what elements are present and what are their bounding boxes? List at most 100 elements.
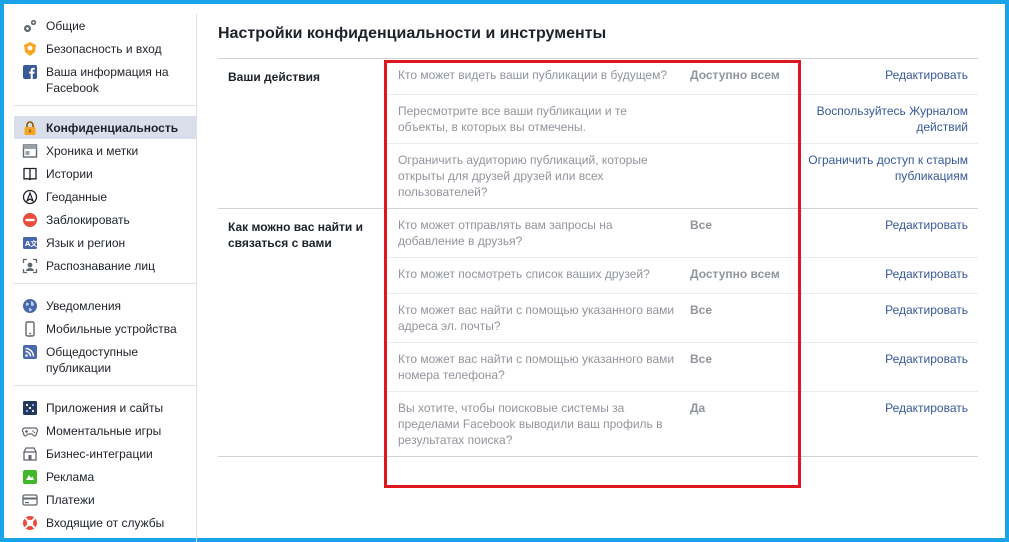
setting-question: Вы хотите, чтобы поисковые системы за пр…	[398, 401, 663, 447]
setting-value: Доступно всем	[690, 267, 780, 281]
privacy-settings-panel: Настройки конфиденциальности и инструмен…	[218, 14, 978, 457]
timeline-icon	[22, 143, 38, 159]
sidebar-item[interactable]: Геоданные	[14, 185, 196, 208]
sidebar-item[interactable]: Ваша информация на Facebook	[14, 60, 196, 99]
sidebar-item-label: Платежи	[46, 493, 95, 507]
sidebar-item-label: Геоданные	[46, 190, 108, 204]
globe-icon	[22, 298, 38, 314]
setting-row: Кто может посмотреть список ваших друзей…	[386, 258, 978, 294]
lock-icon	[22, 120, 38, 136]
setting-row: Кто может отправлять вам запросы на доба…	[386, 209, 978, 258]
action-link[interactable]: Воспользуйтесь Журналом действий	[800, 103, 968, 135]
sidebar-item[interactable]: Хроника и метки	[14, 139, 196, 162]
gamepad-icon	[22, 423, 38, 439]
sidebar-item[interactable]: Общедоступные публикации	[14, 340, 196, 379]
sidebar-item[interactable]: Моментальные игры	[14, 419, 196, 442]
setting-question: Кто может посмотреть список ваших друзей…	[398, 267, 650, 281]
sidebar-item-label: Реклама	[46, 470, 95, 484]
language-icon: A文	[22, 235, 38, 251]
sidebar-item[interactable]: Конфиденциальность	[14, 116, 196, 139]
sidebar-item-label: Моментальные игры	[46, 424, 162, 438]
sidebar-item-label: Язык и регион	[46, 236, 126, 250]
setting-row: Пересмотрите все ваши публикации и те об…	[386, 95, 978, 144]
edit-link[interactable]: Редактировать	[800, 217, 968, 249]
sidebar-item-label: Хроника и метки	[46, 144, 139, 158]
sidebar-item-label: Безопасность и вход	[46, 42, 162, 56]
badge-icon	[22, 41, 38, 57]
settings-section: Как можно вас найти и связаться с вами Кт…	[218, 209, 978, 457]
section-title: Как можно вас найти и связаться с вами	[228, 220, 363, 250]
sidebar-item[interactable]: Общие	[14, 14, 196, 37]
page-title: Настройки конфиденциальности и инструмен…	[218, 14, 978, 59]
sidebar-item-label: Распознавание лиц	[46, 259, 155, 273]
setting-row: Ограничить аудиторию публикаций, которые…	[386, 144, 978, 208]
action-link[interactable]: Ограничить доступ к старым публикациям	[800, 152, 968, 200]
setting-question: Кто может вас найти с помощью указанного…	[398, 352, 675, 382]
apps-icon	[22, 400, 38, 416]
sidebar-item-label: Уведомления	[46, 299, 122, 313]
sidebar-group: Общие Безопасность и вход Ваша информация …	[14, 14, 196, 106]
setting-value: Все	[690, 352, 713, 366]
sidebar-item-label: Ваша информация на Facebook	[46, 65, 169, 95]
setting-question: Кто может видеть ваши публикации в будущ…	[398, 68, 668, 82]
sidebar-item-label: Мобильные устройства	[46, 322, 177, 336]
setting-value: Все	[690, 218, 713, 232]
edit-link[interactable]: Редактировать	[800, 351, 968, 383]
setting-value	[690, 152, 800, 200]
sidebar-item[interactable]: Входящие от службы	[14, 511, 196, 534]
edit-link[interactable]: Редактировать	[800, 302, 968, 334]
sidebar-item[interactable]: Платежи	[14, 488, 196, 511]
location-icon	[22, 189, 38, 205]
settings-section: Ваши действия Кто может видеть ваши публи…	[218, 59, 978, 209]
edit-link[interactable]: Редактировать	[800, 400, 968, 448]
mobile-icon	[22, 321, 38, 337]
sidebar-item-label: Конфиденциальность	[46, 121, 179, 135]
edit-link[interactable]: Редактировать	[800, 67, 968, 86]
sidebar-item-label: Входящие от службы	[46, 516, 165, 530]
edit-link[interactable]: Редактировать	[800, 266, 968, 285]
sidebar-group: Приложения и сайты Моментальные игры Бизне…	[14, 396, 196, 540]
sidebar-item[interactable]: Безопасность и вход	[14, 37, 196, 60]
setting-row: Кто может вас найти с помощью указанного…	[386, 343, 978, 392]
setting-question: Ограничить аудиторию публикаций, которые…	[398, 153, 648, 199]
sidebar-item[interactable]: Уведомления	[14, 294, 196, 317]
setting-value	[690, 103, 800, 135]
setting-value: Доступно всем	[690, 68, 780, 82]
setting-row: Кто может видеть ваши публикации в будущ…	[386, 59, 978, 95]
business-icon	[22, 446, 38, 462]
sidebar-item[interactable]: A文 Язык и регион	[14, 231, 196, 254]
lifebuoy-icon	[22, 515, 38, 531]
sidebar-group: Уведомления Мобильные устройства Общедосту…	[14, 294, 196, 386]
setting-row: Вы хотите, чтобы поисковые системы за пр…	[386, 392, 978, 456]
sidebar-item[interactable]: Распознавание лиц	[14, 254, 196, 277]
section-rows: Кто может видеть ваши публикации в будущ…	[386, 59, 978, 208]
sidebar-item-label: Общие	[46, 19, 86, 33]
sidebar-item-label: Истории	[46, 167, 93, 181]
sidebar-item-label: Заблокировать	[46, 213, 130, 227]
sidebar-item[interactable]: Реклама	[14, 465, 196, 488]
sidebar-item[interactable]: Мобильные устройства	[14, 317, 196, 340]
face-icon	[22, 258, 38, 274]
section-title: Ваши действия	[228, 70, 321, 84]
setting-question: Кто может отправлять вам запросы на доба…	[398, 218, 613, 248]
facebook-icon	[22, 64, 38, 80]
setting-question: Пересмотрите все ваши публикации и те об…	[398, 104, 627, 134]
sidebar-item[interactable]: Заблокировать	[14, 208, 196, 231]
sidebar-item-label: Приложения и сайты	[46, 401, 164, 415]
card-icon	[22, 492, 38, 508]
setting-row: Кто может вас найти с помощью указанного…	[386, 294, 978, 343]
sidebar-item-label: Бизнес-интеграции	[46, 447, 153, 461]
sidebar-item[interactable]: Бизнес-интеграции	[14, 442, 196, 465]
sidebar-item[interactable]: Истории	[14, 162, 196, 185]
settings-sections: Ваши действия Кто может видеть ваши публи…	[218, 59, 978, 457]
sidebar-item[interactable]: Приложения и сайты	[14, 396, 196, 419]
settings-sidebar: Общие Безопасность и вход Ваша информация …	[14, 14, 197, 542]
sidebar-group: Конфиденциальность Хроника и метки Истории…	[14, 116, 196, 284]
section-rows: Кто может отправлять вам запросы на доба…	[386, 209, 978, 456]
setting-question: Кто может вас найти с помощью указанного…	[398, 303, 675, 333]
block-icon	[22, 212, 38, 228]
sidebar-item-label: Общедоступные публикации	[46, 345, 139, 375]
setting-value: Все	[690, 303, 713, 317]
rss-icon	[22, 344, 38, 360]
svg-text:A文: A文	[25, 239, 38, 248]
